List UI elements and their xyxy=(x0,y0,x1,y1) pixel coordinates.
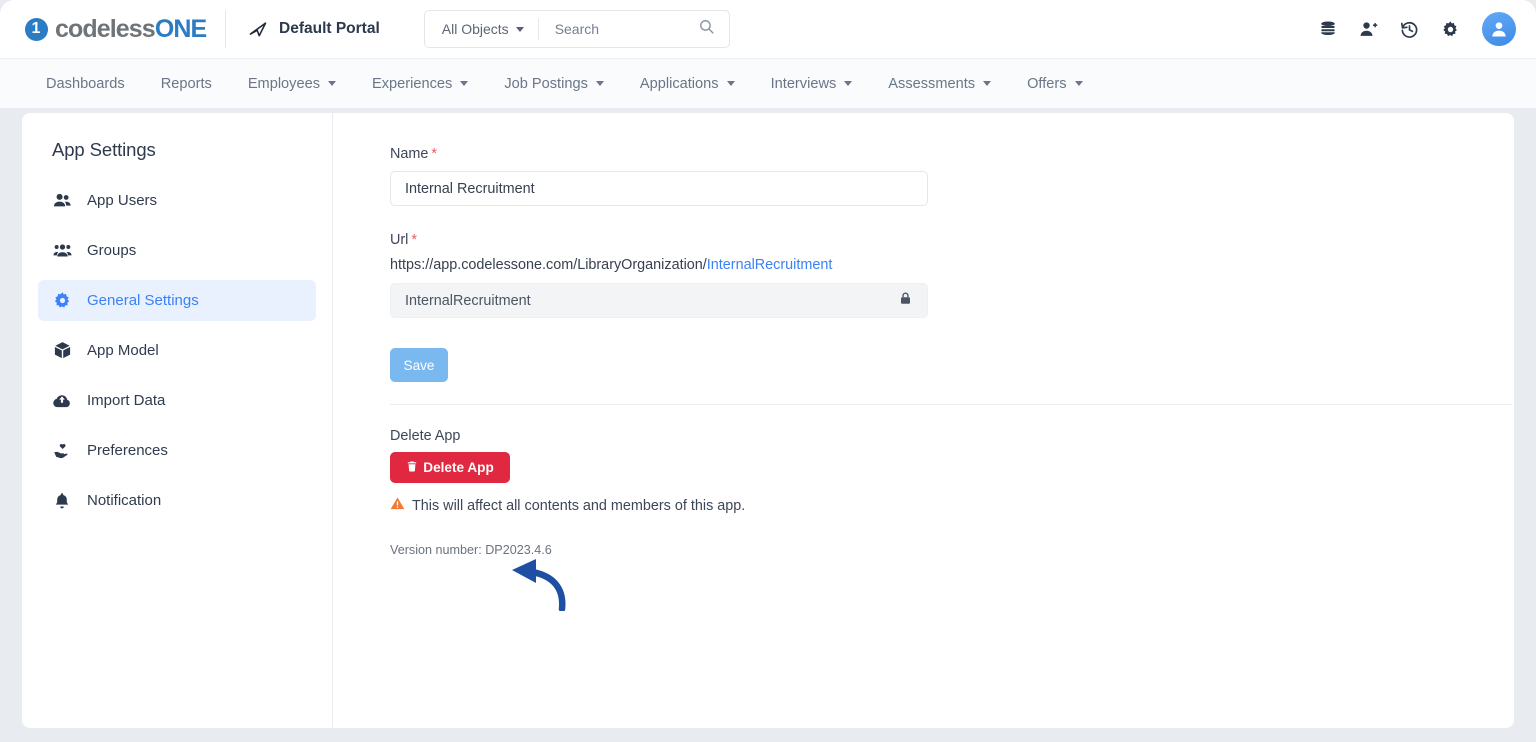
search-input[interactable]: Search xyxy=(539,11,729,47)
warning-triangle-icon xyxy=(390,496,405,515)
name-required-marker: * xyxy=(431,146,437,162)
name-input-value: Internal Recruitment xyxy=(405,180,535,197)
brand-text-light: codeless xyxy=(55,14,156,43)
users-icon xyxy=(51,191,73,210)
delete-app-button[interactable]: Delete App xyxy=(390,452,510,483)
database-icon[interactable] xyxy=(1319,20,1337,38)
nav-label: Applications xyxy=(639,75,719,92)
search-icon[interactable] xyxy=(698,18,715,40)
object-filter-label: All Objects xyxy=(441,21,509,37)
nav-item-interviews[interactable]: Interviews xyxy=(753,59,871,108)
delete-app-button-label: Delete App xyxy=(423,460,494,475)
url-label-text: Url xyxy=(390,232,409,248)
name-label-text: Name xyxy=(390,146,429,162)
group-icon xyxy=(51,241,73,260)
nav-label: Interviews xyxy=(770,75,837,92)
slug-input[interactable]: InternalRecruitment xyxy=(390,283,928,318)
nav-item-experiences[interactable]: Experiences xyxy=(354,59,486,108)
nav-item-dashboards[interactable]: Dashboards xyxy=(28,59,143,108)
nav-label: Experiences xyxy=(372,75,453,92)
app-root: 1 codelessONE Default Portal All Objects… xyxy=(0,0,1536,742)
settings-card: App Settings App Users Groups General Se… xyxy=(22,113,1514,728)
nav-label: Reports xyxy=(160,75,212,92)
topbar-actions xyxy=(1319,12,1536,46)
nav-item-assessments[interactable]: Assessments xyxy=(870,59,1009,108)
name-field-label: Name * xyxy=(390,146,1514,162)
nav-item-job-postings[interactable]: Job Postings xyxy=(486,59,622,108)
sidebar-item-label: Notification xyxy=(87,492,162,509)
chevron-down-icon xyxy=(328,81,337,86)
nav-item-applications[interactable]: Applications xyxy=(622,59,753,108)
version-number: Version number: DP2023.4.6 xyxy=(390,543,552,557)
gear-icon[interactable] xyxy=(1441,20,1460,39)
chevron-down-icon xyxy=(726,81,735,86)
delete-app-section-label: Delete App xyxy=(390,428,461,444)
chevron-down-icon xyxy=(595,81,604,86)
sidebar-item-label: App Users xyxy=(87,192,158,209)
search-placeholder: Search xyxy=(554,21,600,37)
add-user-icon[interactable] xyxy=(1359,20,1378,39)
chevron-down-icon xyxy=(844,81,853,86)
sidebar-item-label: App Model xyxy=(87,342,159,359)
sidebar-item-label: Groups xyxy=(87,242,137,259)
general-settings-pane: Name * Internal Recruitment Url * https://… xyxy=(333,113,1514,728)
sidebar-item-notification[interactable]: Notification xyxy=(38,480,316,521)
top-bar: 1 codelessONE Default Portal All Objects… xyxy=(0,0,1536,58)
slug-input-value: InternalRecruitment xyxy=(405,292,531,309)
gear-icon xyxy=(51,291,73,310)
url-field-label: Url * xyxy=(390,232,1514,248)
delete-warning: This will affect all contents and member… xyxy=(390,496,1514,515)
nav-label: Offers xyxy=(1027,75,1067,92)
portal-label: Default Portal xyxy=(279,20,380,37)
nav-label: Dashboards xyxy=(46,75,125,92)
nav-item-employees[interactable]: Employees xyxy=(230,59,354,108)
brand-wordmark: codelessONE xyxy=(55,14,207,44)
name-input[interactable]: Internal Recruitment xyxy=(390,171,928,206)
sidebar-item-label: Preferences xyxy=(87,442,168,459)
url-preview: https://app.codelessone.com/LibraryOrgan… xyxy=(390,257,1514,273)
sidebar-list: App Users Groups General Settings App Mo… xyxy=(22,180,332,521)
section-divider xyxy=(390,404,1512,405)
hand-heart-icon xyxy=(51,441,73,460)
brand-text-bold: ONE xyxy=(154,14,207,43)
chevron-down-icon xyxy=(1074,81,1083,86)
cloud-upload-icon xyxy=(51,391,73,411)
sidebar-item-general-settings[interactable]: General Settings xyxy=(38,280,316,321)
sidebar-item-app-model[interactable]: App Model xyxy=(38,330,316,371)
brand-logo[interactable]: 1 codelessONE xyxy=(0,15,225,44)
sidebar-item-import-data[interactable]: Import Data xyxy=(38,380,316,421)
nav-item-offers[interactable]: Offers xyxy=(1009,59,1100,108)
chevron-down-icon xyxy=(515,26,524,32)
save-button[interactable]: Save xyxy=(390,348,448,382)
history-icon[interactable] xyxy=(1400,20,1419,39)
cube-icon xyxy=(51,341,73,360)
nav-label: Assessments xyxy=(888,75,976,92)
sidebar-title: App Settings xyxy=(52,139,156,160)
main-navigation: Dashboards Reports Employees Experiences… xyxy=(0,58,1536,109)
nav-label: Job Postings xyxy=(504,75,588,92)
paper-plane-icon xyxy=(248,19,268,39)
settings-sidebar: App Settings App Users Groups General Se… xyxy=(22,113,333,728)
sidebar-item-groups[interactable]: Groups xyxy=(38,230,316,271)
url-prefix: https://app.codelessone.com/LibraryOrgan… xyxy=(390,257,707,273)
nav-item-reports[interactable]: Reports xyxy=(143,59,230,108)
logo-mark-icon: 1 xyxy=(25,17,48,41)
lock-icon[interactable] xyxy=(898,291,913,310)
object-filter-dropdown[interactable]: All Objects xyxy=(425,11,538,47)
url-required-marker: * xyxy=(411,232,417,248)
chevron-down-icon xyxy=(460,81,469,86)
global-search: All Objects Search xyxy=(423,10,730,48)
bell-icon xyxy=(51,492,73,510)
trash-icon xyxy=(406,460,418,476)
url-slug: InternalRecruitment xyxy=(706,257,833,273)
sidebar-item-preferences[interactable]: Preferences xyxy=(38,430,316,471)
sidebar-item-label: General Settings xyxy=(87,292,199,309)
avatar[interactable] xyxy=(1482,12,1516,46)
nav-label: Employees xyxy=(247,75,321,92)
sidebar-item-label: Import Data xyxy=(87,392,166,409)
sidebar-item-app-users[interactable]: App Users xyxy=(38,180,316,221)
portal-selector[interactable]: Default Portal xyxy=(226,19,402,39)
delete-warning-text: This will affect all contents and member… xyxy=(412,497,746,514)
chevron-down-icon xyxy=(983,81,992,86)
